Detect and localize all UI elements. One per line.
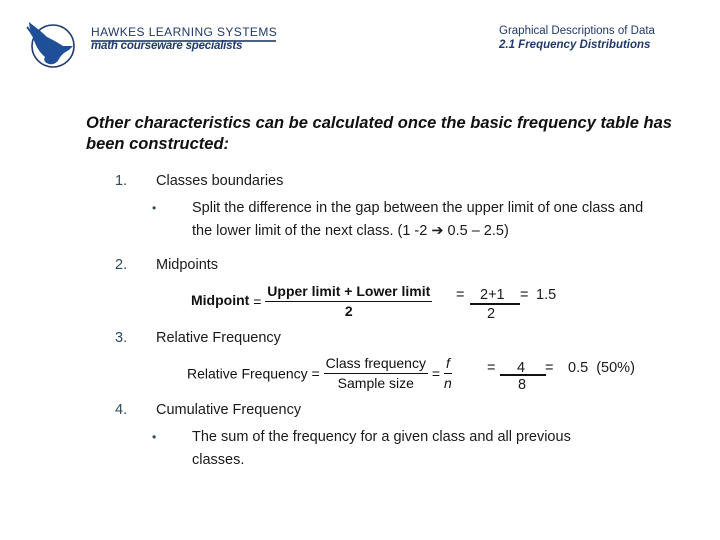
item-label: Relative Frequency: [156, 330, 281, 346]
formula-numerator: f: [443, 355, 452, 374]
bullet-icon: •: [152, 430, 157, 444]
midpoint-formula: Midpoint = Upper limit + Lower limit 2: [191, 283, 433, 320]
formula-numerator: Class frequency: [323, 355, 428, 374]
bullet-text: Split the difference in the gap between …: [192, 200, 644, 239]
brand-tagline: math courseware specialists: [91, 40, 243, 52]
item-label: Cumulative Frequency: [156, 402, 302, 418]
item-number: 1.: [115, 173, 128, 189]
example-denominator: 8: [518, 377, 527, 393]
formula-equals: =: [253, 293, 262, 310]
formula-fraction-symbolic: f n: [443, 355, 452, 392]
formula-equals: =: [431, 365, 441, 382]
item-label: Midpoints: [156, 257, 219, 273]
formula-denominator: n: [444, 375, 452, 391]
fraction-bar: [470, 303, 520, 305]
bullet-text: The sum of the frequency for a given cla…: [192, 429, 571, 468]
formula-fraction: Class frequency Sample size: [323, 355, 428, 392]
example-numerator: 2+1: [480, 287, 505, 303]
item-number: 4.: [115, 402, 128, 418]
brand-name: HAWKES LEARNING SYSTEMS: [91, 25, 278, 39]
example-result: 1.5: [536, 287, 557, 303]
hawk-logo-icon: [25, 19, 81, 69]
item-number: 3.: [115, 330, 128, 346]
formula-numerator: Upper limit + Lower limit: [265, 283, 433, 302]
example-equals: =: [456, 287, 465, 303]
fraction-bar: [500, 374, 546, 376]
bullet-icon: •: [152, 201, 157, 215]
item-number: 2.: [115, 257, 128, 273]
formula-denominator: Sample size: [337, 375, 414, 391]
item-label: Classes boundaries: [156, 173, 284, 189]
formula-lhs: Midpoint: [191, 292, 250, 309]
example-equals: =: [545, 360, 554, 376]
chapter-title: Graphical Descriptions of Data: [499, 25, 655, 37]
example-equals: =: [487, 360, 496, 376]
example-result: 0.5 (50%): [568, 360, 635, 376]
formula-equals: =: [311, 365, 320, 382]
section-title: 2.1 Frequency Distributions: [499, 39, 651, 51]
example-equals: =: [520, 287, 529, 303]
formula-fraction: Upper limit + Lower limit 2: [265, 283, 433, 320]
intro-heading: Other characteristics can be calculated …: [86, 114, 672, 153]
example-denominator: 2: [487, 306, 496, 322]
formula-denominator: 2: [344, 303, 353, 319]
formula-lhs: Relative Frequency: [187, 365, 308, 382]
relative-frequency-formula: Relative Frequency = Class frequency Sam…: [187, 355, 452, 392]
